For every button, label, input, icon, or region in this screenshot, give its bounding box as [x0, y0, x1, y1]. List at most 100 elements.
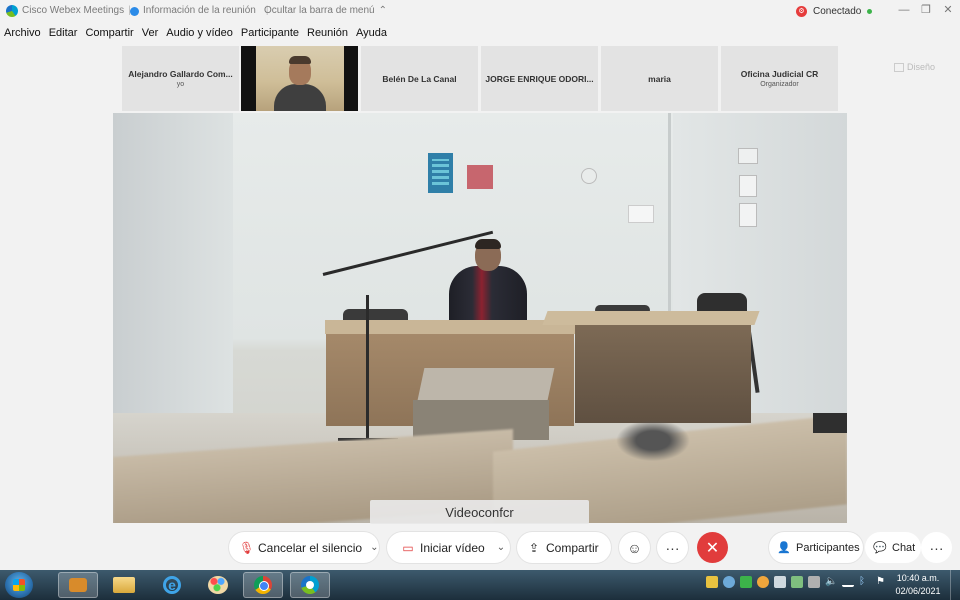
chat-panel-button[interactable]: 💬 Chat — [865, 532, 921, 563]
start-button[interactable] — [5, 572, 33, 598]
participant-name: Belén De La Canal — [382, 73, 457, 84]
layout-button[interactable]: Diseño — [894, 58, 948, 76]
taskbar-media-player[interactable] — [58, 572, 98, 598]
wall-poster — [428, 153, 453, 193]
participant-camera-feed — [256, 46, 344, 111]
menu-ayuda[interactable]: Ayuda — [352, 24, 391, 42]
wall-paper — [628, 205, 654, 223]
participant-role: Organizador — [760, 81, 799, 88]
participant-tile-self[interactable]: Alejandro Gallardo Com... yo — [122, 46, 239, 111]
participant-name: Oficina Judicial CR — [740, 69, 819, 79]
app-name: Cisco Webex Meetings — [22, 5, 125, 16]
taskbar-webex[interactable] — [290, 572, 330, 598]
main-video-feed — [113, 113, 847, 523]
menu-editar[interactable]: Editar — [45, 24, 82, 42]
clock-date: 02/06/2021 — [895, 586, 941, 596]
reactions-icon: ☺ — [627, 539, 642, 556]
chevron-down-icon[interactable]: ⌄ — [497, 542, 505, 553]
participant-name: Alejandro Gallardo Com... — [128, 69, 233, 79]
desk-front — [575, 325, 751, 423]
connection-label: Conectado — [813, 5, 862, 17]
connected-dot-icon — [867, 8, 873, 14]
flag-icon[interactable]: ⚑ — [876, 576, 888, 588]
menu-ver[interactable]: Ver — [138, 24, 163, 42]
participant-tile-organizer[interactable]: Oficina Judicial CR Organizador — [721, 46, 838, 111]
tray-printer-icon[interactable] — [808, 576, 820, 588]
video-person-body — [274, 84, 326, 111]
unmute-button[interactable]: 🎙 Cancelar el silencio ⌄ — [229, 532, 379, 563]
chair — [813, 413, 847, 433]
tray-app-icon[interactable] — [757, 576, 769, 588]
side-table — [417, 368, 555, 400]
chevron-down-icon[interactable]: ⌄ — [370, 542, 378, 553]
close-window-button[interactable]: ✕ — [938, 0, 958, 22]
meeting-info-label: Información de la reunión — [143, 5, 256, 16]
chevron-up-icon: ⌃ — [378, 5, 388, 16]
person-hair — [475, 239, 501, 249]
info-icon — [130, 6, 139, 16]
layout-label: Diseño — [907, 62, 936, 72]
clock-time: 10:40 a.m. — [896, 573, 940, 583]
media-player-icon — [69, 578, 87, 592]
connection-status[interactable]: ⚙ Conectado — [796, 0, 873, 22]
more-icon: ··· — [929, 539, 944, 556]
taskbar-clock[interactable]: 10:40 a.m. 02/06/2021 — [890, 572, 946, 598]
participant-name: JORGE ENRIQUE ODORI... — [485, 73, 594, 84]
desk-top — [542, 311, 760, 325]
bluetooth-icon[interactable]: ᛒ — [859, 576, 871, 588]
webex-logo-icon — [6, 5, 18, 17]
wall-sign — [739, 175, 757, 197]
desk-top — [325, 320, 575, 334]
webex-icon — [301, 576, 319, 594]
mic-muted-icon: 🎙 — [239, 540, 255, 555]
menu-compartir[interactable]: Compartir — [81, 24, 137, 42]
hide-menu-bar-button[interactable]: Ocultar la barra de menú ⌃ — [264, 0, 387, 22]
participant-tile-jorge[interactable]: JORGE ENRIQUE ODORI... — [481, 46, 598, 111]
internet-explorer-icon: e — [163, 576, 181, 594]
share-button[interactable]: ⇪ Compartir — [517, 532, 611, 563]
participant-tile-video[interactable] — [241, 46, 358, 111]
tray-device-icon[interactable] — [774, 576, 786, 588]
restore-button[interactable]: ❐ — [916, 0, 936, 22]
chat-label: Chat — [892, 541, 916, 554]
menu-archivo[interactable]: Archivo — [0, 24, 45, 42]
panel-overflow-button[interactable]: ··· — [921, 532, 952, 563]
folder-icon — [113, 577, 135, 593]
chrome-icon — [254, 576, 272, 594]
taskbar-chrome[interactable] — [243, 572, 283, 598]
share-label: Compartir — [546, 540, 599, 555]
volume-icon[interactable]: 🔈 — [825, 576, 837, 588]
participants-label: Participantes — [796, 541, 860, 554]
tray-shield-icon[interactable] — [740, 576, 752, 588]
meeting-info-button[interactable]: Información de la reunión | — [130, 0, 268, 22]
taskbar-internet-explorer[interactable]: e — [152, 572, 192, 598]
reactions-button[interactable]: ☺ — [619, 532, 650, 563]
minimize-button[interactable]: — — [894, 0, 914, 22]
tray-app-icon[interactable] — [791, 576, 803, 588]
participants-panel-button[interactable]: 👤 Participantes — [769, 532, 863, 563]
paint-icon — [208, 576, 228, 594]
end-meeting-button[interactable]: ✕ — [697, 532, 728, 563]
more-options-button[interactable]: ··· — [657, 532, 688, 563]
tray-network-icon[interactable] — [723, 576, 735, 588]
menu-audio-video[interactable]: Audio y vídeo — [162, 24, 237, 42]
video-person-hair — [289, 56, 311, 64]
wall-sign — [738, 148, 758, 164]
app-title: Cisco Webex Meetings | — [6, 0, 131, 22]
start-video-button[interactable]: ▭ Iniciar vídeo ⌄ — [387, 532, 510, 563]
participant-role: yo — [176, 81, 185, 88]
wall-sign — [739, 203, 757, 227]
wall-sign-red — [467, 165, 493, 189]
tray-security-icon[interactable] — [706, 576, 718, 588]
taskbar-paint[interactable] — [198, 572, 238, 598]
participant-name: maria — [648, 73, 671, 84]
signal-icon[interactable] — [842, 577, 854, 587]
system-tray: 🔈 ᛒ ⚑ — [706, 576, 888, 588]
taskbar-file-explorer[interactable] — [104, 572, 144, 598]
menu-reunion[interactable]: Reunión — [303, 24, 352, 42]
show-desktop-button[interactable] — [950, 570, 960, 600]
participant-tile-maria[interactable]: maria — [601, 46, 718, 111]
menu-participante[interactable]: Participante — [237, 24, 303, 42]
participant-tile-belen[interactable]: Belén De La Canal — [361, 46, 478, 111]
title-bar: Cisco Webex Meetings | Información de la… — [0, 0, 960, 22]
